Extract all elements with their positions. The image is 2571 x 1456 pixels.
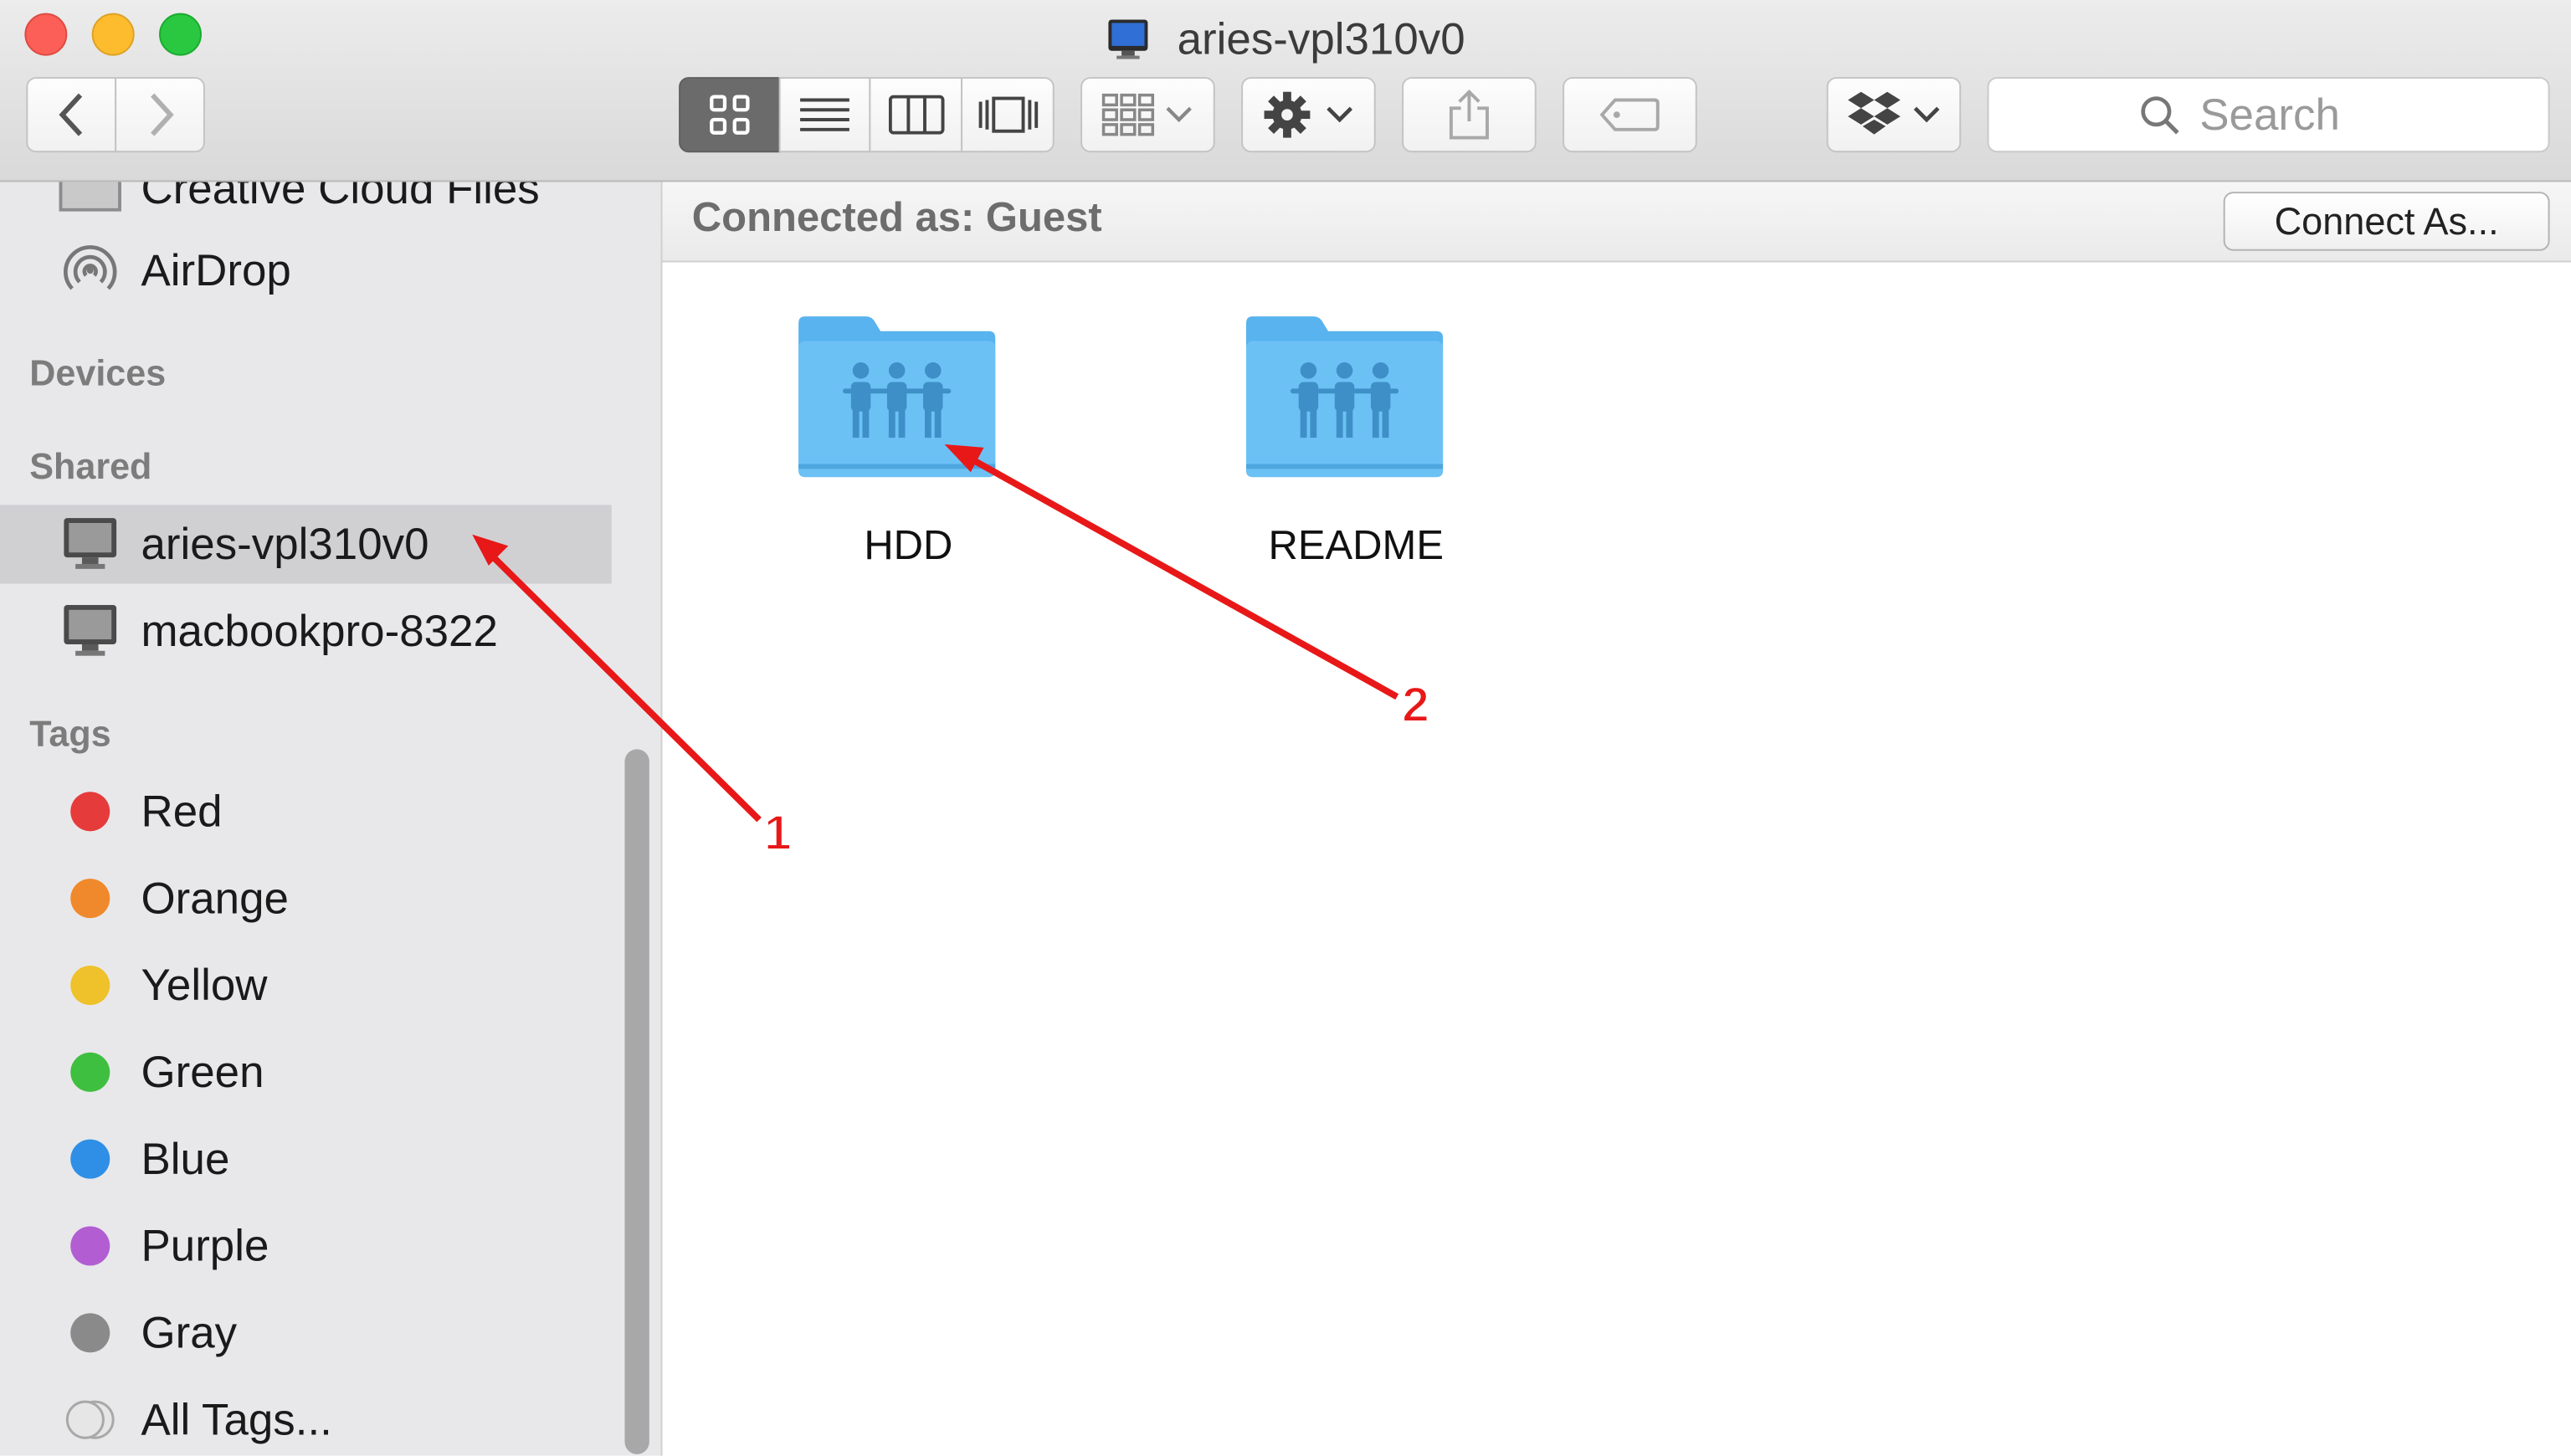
tag-color-dot <box>70 965 110 1005</box>
chevron-left-icon <box>58 93 82 136</box>
monitor-icon <box>1109 19 1149 59</box>
sidebar-item-tag-gray[interactable]: Gray <box>0 1294 661 1372</box>
sidebar-item-label: Purple <box>141 1220 269 1270</box>
coverflow-view-button[interactable] <box>961 77 1055 153</box>
sidebar-item-label: aries-vpl310v0 <box>141 519 429 568</box>
sidebar-item-label: Blue <box>141 1133 230 1183</box>
sidebar-item-aries-vpl310v0[interactable]: aries-vpl310v0 <box>0 505 612 584</box>
sidebar-item-all-tags[interactable]: All Tags... <box>0 1381 661 1456</box>
sidebar-item-label: Creative Cloud Files <box>141 182 540 213</box>
tag-color-dot <box>70 1052 110 1092</box>
tag-color-dot <box>70 1139 110 1179</box>
sidebar-item-tag-blue[interactable]: Blue <box>0 1120 661 1198</box>
sidebar-item-airdrop[interactable]: AirDrop <box>0 231 661 310</box>
sidebar-header-devices[interactable]: Devices <box>29 352 166 395</box>
sidebar-item-tag-yellow[interactable]: Yellow <box>0 946 661 1024</box>
arrange-button[interactable] <box>1080 77 1215 153</box>
title-bar: aries-vpl310v0 <box>0 0 2571 182</box>
chevron-down-icon <box>1166 106 1192 123</box>
icon-view-icon <box>710 95 750 135</box>
back-button[interactable] <box>26 77 117 153</box>
tag-color-dot <box>70 1226 110 1266</box>
sidebar-item-tag-red[interactable]: Red <box>0 772 661 851</box>
sidebar-item-label: Green <box>141 1046 264 1096</box>
sidebar-item-label: AirDrop <box>141 244 291 295</box>
content-area: Connected as: Guest Connect As... HDD RE… <box>662 182 2571 1456</box>
sidebar-item-macbookpro-8322[interactable]: macbookpro-8322 <box>0 592 661 670</box>
dropbox-icon <box>1848 91 1901 135</box>
arrange-grid-icon <box>1101 93 1155 136</box>
tag-color-dot <box>70 1313 110 1353</box>
sidebar-item-label: All Tags... <box>141 1394 332 1444</box>
list-view-button[interactable] <box>778 77 871 153</box>
shared-folder-icon <box>798 316 996 478</box>
window-title-text: aries-vpl310v0 <box>1177 14 1465 64</box>
sidebar-item-creative-cloud-files[interactable]: Creative Cloud Files <box>0 182 661 228</box>
gear-icon <box>1264 91 1311 138</box>
folder-icon <box>59 182 121 212</box>
sidebar-item-tag-green[interactable]: Green <box>0 1033 661 1111</box>
share-icon <box>1449 89 1489 140</box>
folder-name: README <box>1268 522 1445 569</box>
tag-color-dot <box>70 879 110 919</box>
sidebar-item-label: Orange <box>141 873 289 923</box>
forward-button[interactable] <box>115 77 205 153</box>
shared-folder-readme[interactable]: README <box>1241 313 1470 569</box>
search-input[interactable] <box>2196 87 2400 142</box>
sidebar-item-label: macbookpro-8322 <box>141 605 498 655</box>
connect-as-button[interactable]: Connect As... <box>2223 192 2550 251</box>
computer-icon <box>64 604 117 656</box>
tag-icon <box>1599 98 1660 131</box>
sidebar-item-label: Red <box>141 786 223 836</box>
list-view-icon <box>800 98 849 131</box>
shared-folder-icon <box>1245 316 1444 478</box>
dropbox-button[interactable] <box>1826 77 1962 153</box>
sidebar-scrollbar[interactable] <box>624 749 649 1454</box>
shared-folder-hdd[interactable]: HDD <box>793 313 1023 569</box>
search-icon <box>2140 96 2178 135</box>
window-title: aries-vpl310v0 <box>0 7 2571 66</box>
share-button[interactable] <box>1402 77 1537 153</box>
chevron-right-icon <box>150 93 173 136</box>
action-button[interactable] <box>1241 77 1376 153</box>
column-view-button[interactable] <box>869 77 963 153</box>
column-view-icon <box>887 95 944 135</box>
folder-name: HDD <box>864 522 953 569</box>
search-field[interactable] <box>1987 77 2550 153</box>
icon-view-button[interactable] <box>679 77 781 153</box>
sidebar-item-tag-purple[interactable]: Purple <box>0 1207 661 1285</box>
connected-as-label: Connected as: Guest <box>691 195 1102 242</box>
connection-bar: Connected as: Guest Connect As... <box>662 182 2571 263</box>
all-tags-icon <box>65 1400 115 1439</box>
sidebar: Creative Cloud Files AirDrop Devices Sha… <box>0 182 663 1456</box>
sidebar-header-shared[interactable]: Shared <box>29 446 151 489</box>
sidebar-header-tags[interactable]: Tags <box>29 713 110 756</box>
edit-tags-button[interactable] <box>1563 77 1697 153</box>
sidebar-item-label: Gray <box>141 1307 238 1357</box>
tag-color-dot <box>70 792 110 832</box>
sidebar-item-label: Yellow <box>141 960 268 1009</box>
sidebar-item-tag-orange[interactable]: Orange <box>0 859 661 938</box>
chevron-down-icon <box>1913 106 1940 123</box>
coverflow-view-icon <box>978 96 1038 133</box>
finder-window: aries-vpl310v0 Search Creative Cloud Fil… <box>0 0 2571 1456</box>
computer-icon <box>64 518 117 569</box>
chevron-down-icon <box>1327 106 1353 123</box>
airdrop-icon <box>64 245 117 290</box>
